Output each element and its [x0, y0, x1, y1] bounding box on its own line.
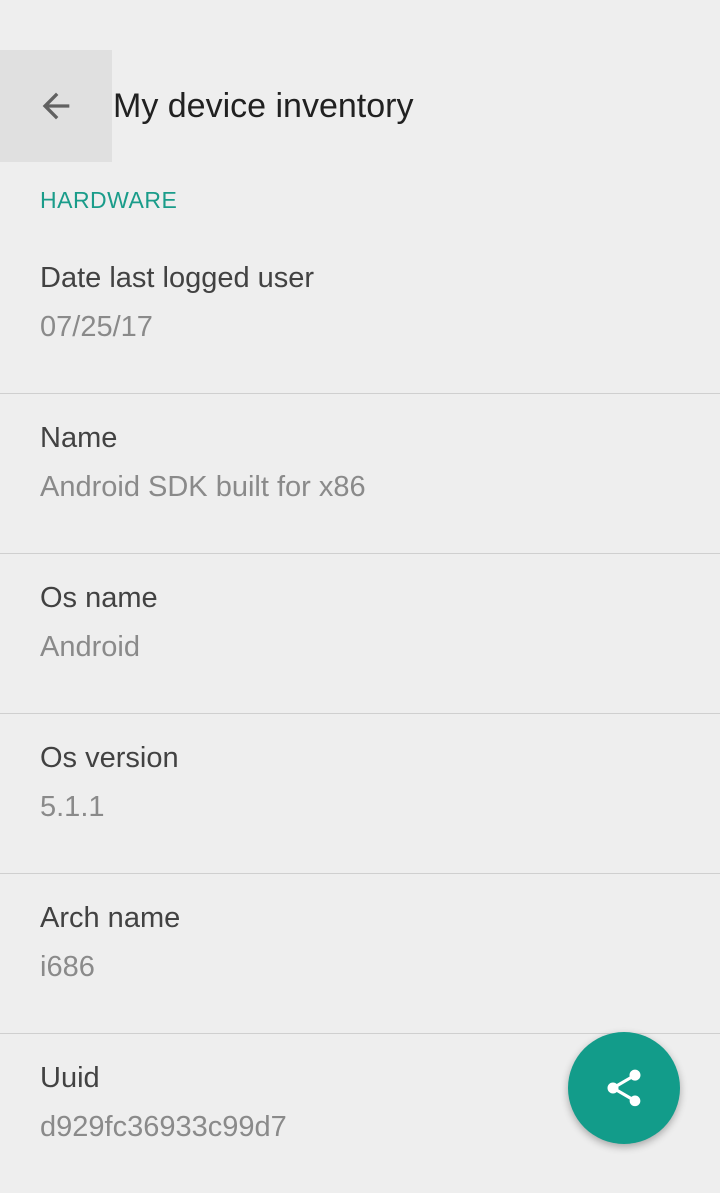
list-item-name[interactable]: Name Android SDK built for x86: [0, 394, 720, 554]
item-value: d929fc36933c99d7: [40, 1111, 287, 1143]
item-label: Date last logged user: [40, 262, 315, 294]
item-label: Arch name: [40, 902, 181, 934]
page-title: My device inventory: [113, 87, 414, 125]
list-item-date-last-logged-user[interactable]: Date last logged user 07/25/17: [0, 234, 720, 394]
item-value: Android: [40, 631, 140, 663]
arrow-left-icon: [42, 92, 70, 120]
list-item-os-version[interactable]: Os version 5.1.1: [0, 714, 720, 874]
item-label: Os name: [40, 582, 158, 614]
item-value: 5.1.1: [40, 791, 105, 823]
item-label: Uuid: [40, 1062, 100, 1094]
item-value: i686: [40, 951, 95, 983]
share-icon: [607, 1069, 641, 1107]
list-item-arch-name[interactable]: Arch name i686: [0, 874, 720, 1034]
item-label: Name: [40, 422, 118, 454]
item-value: Android SDK built for x86: [40, 471, 366, 503]
item-label: Os version: [40, 742, 179, 774]
item-value: 07/25/17: [40, 311, 153, 343]
section-header-hardware: HARDWARE: [40, 187, 178, 213]
app-toolbar: My device inventory: [0, 50, 720, 162]
back-button[interactable]: [0, 50, 112, 162]
list-item-os-name[interactable]: Os name Android: [0, 554, 720, 714]
share-button[interactable]: [568, 1032, 680, 1144]
